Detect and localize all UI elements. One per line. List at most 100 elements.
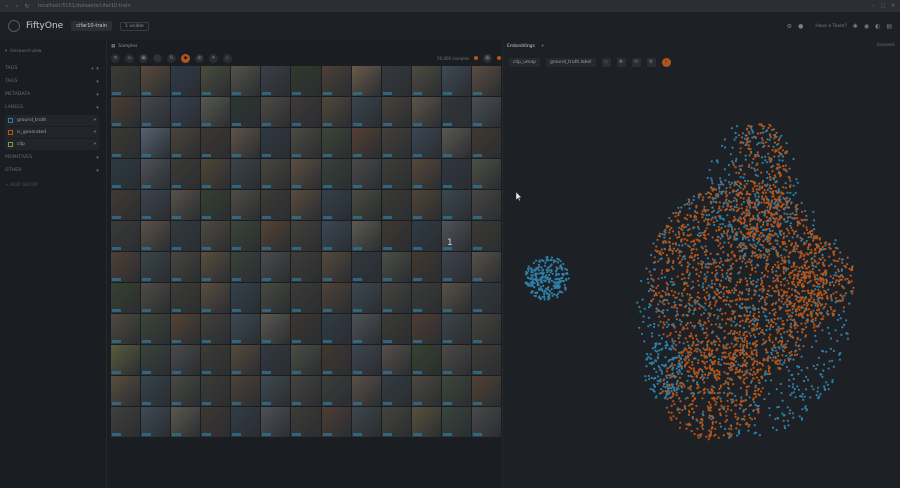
sample-thumbnail[interactable] <box>111 159 141 189</box>
sample-thumbnail[interactable] <box>231 221 261 251</box>
sample-thumbnail[interactable] <box>351 190 381 220</box>
sample-thumbnail[interactable] <box>441 407 471 437</box>
sample-thumbnail[interactable] <box>171 97 201 127</box>
checkbox[interactable] <box>8 118 13 123</box>
sample-thumbnail[interactable] <box>291 252 321 282</box>
sample-thumbnail[interactable] <box>321 159 351 189</box>
team-link[interactable]: Have a Team? <box>815 24 846 29</box>
sample-thumbnail[interactable] <box>201 159 231 189</box>
sample-thumbnail[interactable] <box>291 66 321 96</box>
sample-thumbnail[interactable] <box>291 128 321 158</box>
sample-thumbnail[interactable] <box>351 128 381 158</box>
sample-thumbnail[interactable] <box>471 159 501 189</box>
sample-thumbnail[interactable] <box>471 407 501 437</box>
sample-thumbnail[interactable] <box>381 252 411 282</box>
section-tags[interactable]: TAGS + ▾ <box>5 62 99 75</box>
sample-thumbnail[interactable] <box>411 97 441 127</box>
sample-thumbnail[interactable] <box>111 376 141 406</box>
sample-thumbnail[interactable] <box>111 252 141 282</box>
info-icon[interactable]: i <box>661 57 671 67</box>
grid-size-icon[interactable]: ▦ <box>483 53 492 63</box>
sample-thumbnail[interactable] <box>171 190 201 220</box>
reload-icon[interactable]: ↻ <box>24 3 30 10</box>
sample-thumbnail[interactable] <box>441 190 471 220</box>
sample-thumbnail[interactable] <box>261 190 291 220</box>
sample-thumbnail[interactable] <box>441 376 471 406</box>
sample-thumbnail[interactable] <box>471 314 501 344</box>
sample-thumbnail[interactable] <box>111 314 141 344</box>
sample-thumbnail[interactable] <box>351 66 381 96</box>
view-badge[interactable]: 1 visible <box>120 21 149 31</box>
sample-thumbnail[interactable] <box>231 407 261 437</box>
forward-icon[interactable]: › <box>14 3 20 10</box>
sample-thumbnail[interactable] <box>141 221 171 251</box>
sample-thumbnail[interactable] <box>111 97 141 127</box>
sample-thumbnail[interactable] <box>291 407 321 437</box>
sample-thumbnail[interactable] <box>351 345 381 375</box>
brain-icon[interactable]: ✦ <box>209 53 218 63</box>
section-controls[interactable]: + ▾ <box>90 66 99 72</box>
sample-thumbnail[interactable] <box>171 128 201 158</box>
sample-thumbnail[interactable] <box>411 345 441 375</box>
sample-thumbnail[interactable] <box>351 407 381 437</box>
sort-icon[interactable]: ⇅ <box>167 53 176 63</box>
search-icon[interactable]: ⌕ <box>223 53 232 63</box>
sample-thumbnail[interactable] <box>171 66 201 96</box>
view-bar[interactable]: ▾ Unsaved view <box>5 46 99 56</box>
sample-thumbnail[interactable] <box>261 159 291 189</box>
sample-thumbnail[interactable] <box>171 159 201 189</box>
sample-thumbnail[interactable] <box>201 407 231 437</box>
sidebar-toggle-icon[interactable]: ≡ <box>111 53 120 63</box>
brain-key-select[interactable]: clip_umap <box>509 57 540 67</box>
sample-thumbnail[interactable] <box>381 66 411 96</box>
sample-thumbnail[interactable] <box>441 66 471 96</box>
lasso-icon[interactable]: ◇ <box>601 57 611 67</box>
sample-thumbnail[interactable] <box>261 97 291 127</box>
sample-thumbnail[interactable] <box>471 128 501 158</box>
sample-thumbnail[interactable] <box>141 190 171 220</box>
sample-thumbnail[interactable] <box>171 314 201 344</box>
sample-thumbnail[interactable] <box>351 376 381 406</box>
sample-thumbnail[interactable] <box>351 252 381 282</box>
sample-thumbnail[interactable] <box>201 66 231 96</box>
sample-thumbnail[interactable] <box>411 314 441 344</box>
pan-icon[interactable]: ✥ <box>616 57 626 67</box>
maximize-icon[interactable]: □ <box>880 3 886 9</box>
sample-thumbnail[interactable] <box>411 159 441 189</box>
tag-icon[interactable]: ⌂ <box>125 53 134 63</box>
sample-thumbnail[interactable] <box>261 221 291 251</box>
sample-thumbnail[interactable] <box>201 283 231 313</box>
fiftyone-logo[interactable] <box>8 20 20 32</box>
sample-thumbnail[interactable] <box>201 221 231 251</box>
chevron-down-icon[interactable]: ▾ <box>94 130 96 135</box>
sample-thumbnail[interactable] <box>441 159 471 189</box>
color-by-select[interactable]: ground_truth.label <box>545 57 596 67</box>
sample-thumbnail[interactable] <box>141 345 171 375</box>
sample-thumbnail[interactable] <box>321 252 351 282</box>
sample-thumbnail[interactable] <box>321 66 351 96</box>
checkbox[interactable] <box>8 130 13 135</box>
sample-thumbnail[interactable] <box>351 159 381 189</box>
sample-thumbnail[interactable] <box>171 283 201 313</box>
sample-thumbnail[interactable] <box>111 190 141 220</box>
sample-thumbnail[interactable] <box>201 252 231 282</box>
sample-thumbnail[interactable] <box>291 345 321 375</box>
chevron-down-icon[interactable]: ▾ <box>96 155 99 161</box>
sample-thumbnail[interactable] <box>261 345 291 375</box>
sample-thumbnail[interactable] <box>231 128 261 158</box>
sample-thumbnail[interactable] <box>381 407 411 437</box>
sample-thumbnail[interactable] <box>381 345 411 375</box>
sample-thumbnail[interactable] <box>111 345 141 375</box>
sample-thumbnail[interactable] <box>291 190 321 220</box>
sample-thumbnail[interactable] <box>381 128 411 158</box>
sample-thumbnail[interactable] <box>261 314 291 344</box>
sample-thumbnail[interactable] <box>111 407 141 437</box>
sample-thumbnail[interactable] <box>111 221 141 251</box>
sample-thumbnail[interactable] <box>381 376 411 406</box>
sample-thumbnail[interactable] <box>261 283 291 313</box>
sample-thumbnail[interactable] <box>381 221 411 251</box>
add-panel-button[interactable]: + <box>541 44 545 49</box>
sample-thumbnail[interactable] <box>291 97 321 127</box>
sample-thumbnail[interactable] <box>141 252 171 282</box>
chevron-down-icon[interactable]: ▾ <box>96 92 99 98</box>
